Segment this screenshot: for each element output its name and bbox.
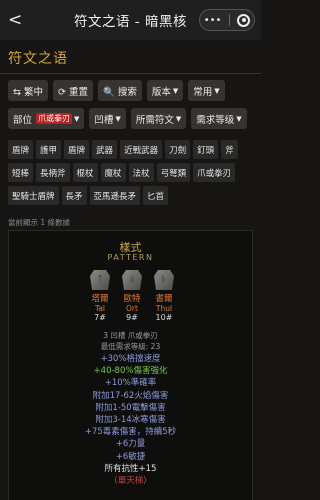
section-heading: 符文之语 (0, 40, 261, 74)
stat-line: 附加3-14冰寒傷害 (95, 415, 166, 426)
category-row: 盾牌 護甲 盾牌 武器 近戰武器 刀劍 釘頭 斧 (8, 140, 258, 159)
stat-line: +10%準確率 (104, 378, 157, 389)
rune-item: ᛏ 塔爾 Tal 7# (87, 270, 113, 322)
category-chip[interactable]: 武器 (92, 140, 118, 159)
more-icon[interactable]: ••• (204, 15, 222, 26)
chevron-down-icon: ▼ (175, 114, 182, 123)
back-icon[interactable]: < (8, 10, 22, 30)
miniapp-capsule: ••• (199, 9, 255, 31)
chevron-down-icon: ▼ (74, 114, 80, 123)
stat-line: +75毒素傷害，持續5秒 (84, 427, 177, 438)
capsule-divider (228, 14, 230, 26)
runeword-card[interactable]: 樣式 PATTERN ᛏ 塔爾 Tal 7# ᛟ 歐特 Ort 9# ᚦ 書爾 … (8, 230, 253, 500)
required-level-label: 需求等级 (196, 114, 235, 126)
category-chip[interactable]: 魔杖 (100, 163, 126, 182)
stat-line: +30%格擋速度 (100, 354, 161, 364)
rune-stone-icon: ᛟ (122, 270, 142, 290)
category-chip[interactable]: 刀劍 (165, 140, 191, 159)
rune-stone-icon: ᛏ (90, 270, 110, 290)
stat-line: +40-80%傷害強化 (93, 366, 168, 377)
top-bar: < 符文之语 - 暗黑核 ••• (0, 0, 261, 40)
version-dropdown[interactable]: 版本 ▼ (146, 80, 184, 101)
category-chip[interactable]: 盾牌 (64, 140, 90, 159)
category-chip[interactable]: 亞馬遜長矛 (89, 186, 141, 205)
category-chip[interactable]: 斧 (221, 140, 238, 159)
rune-number: 10# (155, 313, 173, 322)
category-chip[interactable]: 短棒 (8, 163, 34, 182)
rune-name-zh: 塔爾 (91, 294, 109, 304)
reset-button[interactable]: ⟳ 重置 (52, 80, 93, 101)
required-runes-label: 所需符文 (135, 114, 174, 126)
category-chip[interactable]: 釘頭 (193, 140, 219, 159)
stat-list: +30%格擋速度 +40-80%傷害強化 +10%準確率 附加17-62火焰傷害… (9, 353, 252, 487)
required-level-dropdown[interactable]: 需求等级 ▼ (191, 108, 247, 129)
rune-stone-icon: ᚦ (154, 270, 174, 290)
category-chip[interactable]: 棍杖 (72, 163, 98, 182)
category-chip[interactable]: 法杖 (128, 163, 154, 182)
category-chip[interactable]: 長矛 (61, 186, 87, 205)
stat-line: +6力量 (115, 439, 146, 450)
rune-number: 7# (94, 313, 106, 322)
rune-name-zh: 書爾 (155, 294, 173, 304)
common-label: 常用 (193, 86, 213, 98)
stat-line: 附加17-62火焰傷害 (92, 390, 169, 401)
required-runes-dropdown[interactable]: 所需符文 ▼ (130, 108, 187, 129)
rune-name-en: Ort (126, 304, 138, 313)
chevron-down-icon: ▼ (236, 114, 242, 123)
part-selected-tag: 爪或拳刃 (36, 113, 73, 124)
stat-line: 所有抗性+15 (104, 463, 157, 474)
sockets-dropdown[interactable]: 凹槽 ▼ (89, 108, 126, 129)
rune-list: ᛏ 塔爾 Tal 7# ᛟ 歐特 Ort 9# ᚦ 書爾 Thul 10# (87, 270, 177, 322)
rune-name-zh: 歐特 (123, 294, 141, 304)
category-row: 短棒 長柄斧 棍杖 魔杖 法杖 弓弩類 爪或拳刃 (8, 163, 258, 182)
rune-item: ᚦ 書爾 Thul 10# (151, 270, 177, 322)
search-button[interactable]: 🔍 搜索 (97, 80, 142, 101)
control-row-2: 部位 爪或拳刃 ▼ 凹槽 ▼ 所需符文 ▼ 需求等级 ▼ (8, 108, 247, 129)
chevron-down-icon: ▼ (172, 86, 179, 95)
version-label: 版本 (151, 86, 171, 98)
level-requirement: 最低需求等級: 23 (100, 342, 161, 351)
part-label: 部位 (13, 114, 33, 126)
category-chip[interactable]: 盾牌 (8, 140, 34, 159)
category-row: 聖騎士盾牌 長矛 亞馬遜長矛 匕首 (8, 186, 258, 205)
rune-name-en: Tal (94, 304, 106, 313)
category-chip[interactable]: 護甲 (36, 140, 62, 159)
ladder-only-note: (單天梯) (114, 476, 147, 487)
stat-line: 附加1-50電擊傷害 (95, 402, 166, 413)
category-chip[interactable]: 匕首 (143, 186, 169, 205)
close-target-icon[interactable] (237, 13, 251, 27)
rune-name-en: Thul (155, 304, 173, 313)
category-chip[interactable]: 聖騎士盾牌 (8, 186, 59, 205)
socket-info: 3 凹槽 爪或拳刃 (103, 331, 158, 340)
category-chip[interactable]: 弓弩類 (156, 163, 191, 182)
rune-number: 9# (126, 313, 138, 322)
result-count: 當前顯示 1 條數據 (8, 218, 71, 227)
category-chip[interactable]: 長柄斧 (36, 163, 70, 182)
part-dropdown[interactable]: 部位 爪或拳刃 ▼ (8, 108, 85, 129)
sockets-label: 凹槽 (94, 114, 114, 126)
stat-line: +6敏捷 (115, 451, 146, 462)
common-dropdown[interactable]: 常用 ▼ (188, 80, 225, 101)
runeword-name-en: PATTERN (107, 253, 154, 262)
traditional-chinese-button[interactable]: ⇆ 繁中 (8, 80, 48, 101)
rune-item: ᛟ 歐特 Ort 9# (119, 270, 145, 322)
category-chip[interactable]: 爪或拳刃 (193, 163, 236, 182)
chevron-down-icon: ▼ (214, 86, 220, 95)
chevron-down-icon: ▼ (115, 114, 121, 123)
category-chip[interactable]: 近戰武器 (120, 140, 163, 159)
category-filter: 盾牌 護甲 盾牌 武器 近戰武器 刀劍 釘頭 斧 短棒 長柄斧 棍杖 魔杖 法杖… (8, 140, 258, 209)
control-row-1: ⇆ 繁中 ⟳ 重置 🔍 搜索 版本 ▼ 常用 ▼ (8, 80, 225, 101)
